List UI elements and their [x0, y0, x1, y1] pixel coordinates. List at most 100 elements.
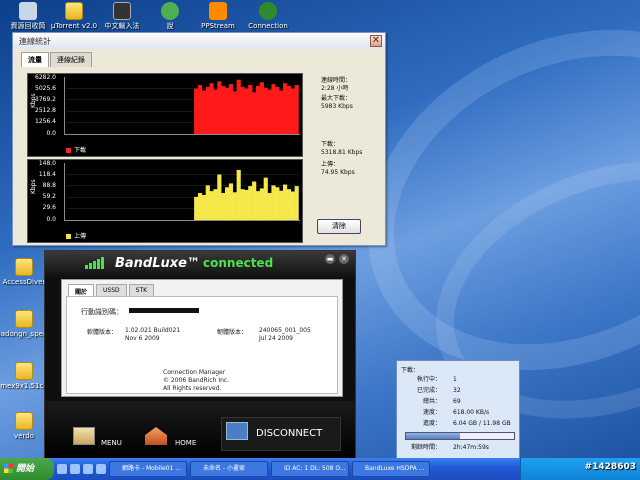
tick-label: 2512.8 [35, 107, 56, 114]
bandluxe-body: 關於 USSD STK 行動識別碼： 軟體版本： 1.02.021 Build0… [61, 279, 343, 397]
chart-bar [248, 85, 253, 134]
bandluxe-footer: MENU HOME DISCONNECT [45, 401, 355, 459]
chart-bar [244, 189, 249, 220]
chart-bar [244, 88, 249, 134]
quicklaunch-firefox-icon[interactable] [96, 464, 106, 474]
copyright-block: Connection Manager © 2006 BandRich Inc. … [163, 369, 229, 393]
upload-plot [64, 163, 300, 221]
chart-bar [283, 83, 288, 134]
chart-bar [213, 89, 218, 134]
home-label: HOME [175, 439, 197, 447]
redacted-id [129, 308, 199, 313]
chart-bar [240, 86, 245, 134]
tick-label: 118.4 [38, 171, 56, 178]
stat-value: 618.00 KB/s [453, 409, 490, 416]
conn-time-label: 連線時間： [321, 77, 352, 84]
close-icon[interactable]: ✕ [339, 254, 349, 264]
tick-label: 148.0 [38, 160, 56, 167]
chart-bar [232, 91, 237, 134]
quicklaunch-ie-icon[interactable] [57, 464, 67, 474]
home-icon [145, 427, 167, 445]
tick-label: 0.0 [46, 216, 56, 223]
task-browser[interactable]: 網路卡 - Mobile01 ... [109, 461, 187, 477]
menu-label: MENU [101, 439, 122, 447]
tick-label: 6282.0 [35, 74, 56, 81]
bandluxe-header[interactable]: BandLuxe™ connected ▬ ✕ [45, 251, 355, 277]
chart-bar [225, 187, 230, 220]
tab-connection-log[interactable]: 連線紀錄 [50, 52, 92, 67]
progress-fill [406, 433, 460, 439]
chart-bar [263, 177, 268, 220]
menu-button[interactable]: MENU [73, 427, 122, 447]
conn-time-value: 2:28 小時 [321, 85, 349, 92]
clear-button[interactable]: 清除 [317, 219, 361, 234]
network-icon [226, 422, 248, 440]
chart-bar [255, 85, 261, 134]
legend-label: 上傳 [74, 233, 87, 240]
connection-icon[interactable]: Connection [240, 2, 296, 31]
download-status-panel: 下載： 執行中： 1 已完成： 32 總共： 69 速度： 618.00 KB/s 進度… [396, 360, 520, 460]
chart-bar [267, 193, 272, 220]
chart-bar [290, 88, 295, 134]
chart-bar [201, 194, 206, 220]
minimize-icon[interactable]: ▬ [325, 254, 335, 264]
chart-bar [275, 187, 280, 220]
chart-bar [205, 86, 210, 134]
dl-label: 下載： [321, 141, 340, 148]
ppstream-icon[interactable]: PPStream [190, 2, 246, 31]
chart-bar [201, 90, 206, 134]
start-button[interactable]: 開始 [0, 458, 54, 480]
system-tray: #1428603 [520, 458, 640, 480]
taskbar: 開始 網路卡 - Mobile01 ... 未命名 - 小畫家 ID AC: 1… [0, 458, 640, 480]
chart-bar [286, 189, 292, 220]
quicklaunch-media-icon[interactable] [83, 464, 93, 474]
tick-label: 0.0 [46, 130, 56, 137]
id-label: 行動識別碼： [81, 308, 123, 316]
task-downloader[interactable]: ID AC: 1 DL: 508 O... [271, 461, 349, 477]
hw-date: Jul 24 2009 [259, 335, 293, 342]
chart-bar [194, 88, 199, 134]
bandluxe-window: BandLuxe™ connected ▬ ✕ 關於 USSD STK 行動識別… [44, 250, 356, 460]
task-paint[interactable]: 未命名 - 小畫家 [190, 461, 268, 477]
chart-bar [205, 185, 210, 220]
disconnect-button[interactable]: DISCONNECT [221, 417, 341, 451]
chart-bar [275, 86, 280, 134]
y-axis-label: Kbps [30, 179, 37, 194]
fw-value: 1.02.021 Build021 [125, 327, 181, 334]
stat-value: 32 [453, 387, 461, 394]
menu-icon [73, 427, 95, 445]
download-plot [64, 77, 300, 135]
chart-bar [267, 89, 272, 134]
chart-bar [221, 193, 226, 220]
stat-label: 速度： [422, 409, 441, 416]
chart-bar [197, 85, 203, 134]
chart-bar [279, 190, 284, 220]
chart-bar [236, 79, 241, 134]
about-line1: Connection Manager [163, 369, 226, 376]
panel-title: 下載： [401, 367, 420, 374]
stats-info: 連線時間： 2:28 小時 最大下載： 5983 Kbps 下載： 5318.8… [321, 77, 362, 177]
close-icon[interactable]: ✕ [370, 35, 382, 47]
chart-bar [213, 189, 218, 220]
chart-bar [259, 188, 264, 220]
connection-stats-window: 連線統計 ✕ 流量 連線紀錄 Kbps 6282.0 5025.6 3769.2… [12, 32, 386, 246]
chart-bar [263, 87, 268, 134]
chart-bar [286, 85, 292, 134]
tab-traffic[interactable]: 流量 [21, 52, 49, 67]
chart-bar [279, 90, 284, 134]
chart-bar [290, 191, 295, 220]
dl-value: 5318.81 Kbps [321, 149, 363, 156]
stat-value: 69 [453, 398, 461, 405]
task-bandluxe[interactable]: BandLuxe HSDPA ... [352, 461, 430, 477]
chart-bar [209, 83, 214, 134]
chart-bar [221, 85, 226, 134]
ul-value: 74.95 Kbps [321, 169, 355, 176]
about-line2: © 2006 BandRich Inc. [163, 377, 230, 384]
y-axis-label: Kbps [30, 93, 37, 108]
home-button[interactable]: HOME [145, 427, 196, 447]
quicklaunch-desktop-icon[interactable] [70, 464, 80, 474]
tick-label: 5025.6 [35, 85, 56, 92]
fw-label: 軟體版本： [87, 329, 118, 336]
chart-bar [236, 169, 241, 220]
title-bar[interactable]: 連線統計 ✕ [13, 33, 385, 49]
